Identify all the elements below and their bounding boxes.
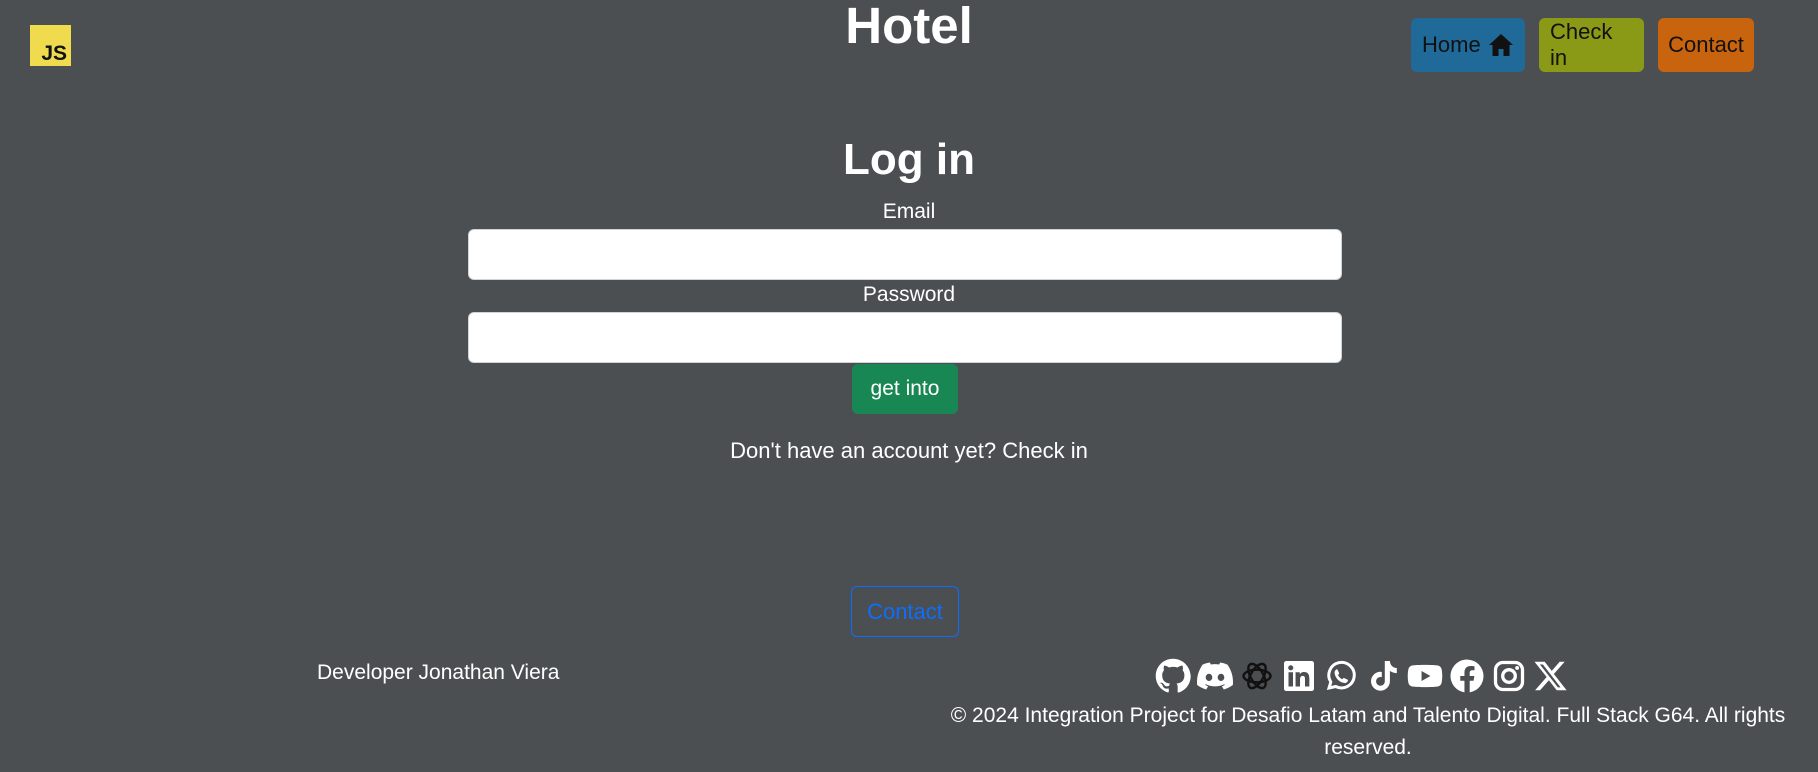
linkedin-icon [1284,661,1314,691]
nav-checkin-label: Check in [1550,19,1613,70]
developer-credit: Developer Jonathan Viera [317,661,560,684]
social-links [1154,656,1570,696]
youtube-link[interactable] [1406,656,1444,696]
x-icon [1534,661,1567,691]
instagram-link[interactable] [1490,656,1528,696]
login-title: Log in [843,135,975,184]
x-link[interactable] [1532,656,1570,696]
github-icon [1155,658,1191,693]
openai-icon [1242,662,1272,690]
facebook-link[interactable] [1448,656,1486,696]
nav-home-button[interactable]: Home [1411,18,1525,72]
home-icon [1489,34,1513,56]
whatsapp-icon [1326,660,1356,691]
nav-contact-button[interactable]: Contact [1658,18,1754,72]
linkedin-link[interactable] [1280,656,1318,696]
copyright-text: © 2024 Integration Project for Desafio L… [950,704,1786,759]
whatsapp-link[interactable] [1322,656,1360,696]
github-link[interactable] [1154,656,1192,696]
facebook-icon [1450,659,1484,693]
nav-home-label: Home [1422,32,1481,57]
youtube-icon [1407,664,1443,688]
nav-contact-label: Contact [1668,32,1744,57]
signup-prompt[interactable]: Don't have an account yet? Check in [0,438,1818,464]
get-into-button[interactable]: get into [852,364,958,414]
discord-link[interactable] [1196,656,1234,696]
email-label: Email [882,200,936,223]
discord-icon [1197,662,1233,690]
tiktok-icon [1371,661,1397,691]
instagram-icon [1493,660,1525,692]
openai-link[interactable] [1238,656,1276,696]
nav-checkin-button[interactable]: Check in [1539,18,1644,72]
top-nav: Home Check in Contact [1411,18,1754,72]
footer-contact-button[interactable]: Contact [851,586,959,637]
password-label: Password [862,283,956,306]
email-field[interactable] [468,229,1342,280]
password-field[interactable] [468,312,1342,363]
tiktok-link[interactable] [1364,656,1402,696]
